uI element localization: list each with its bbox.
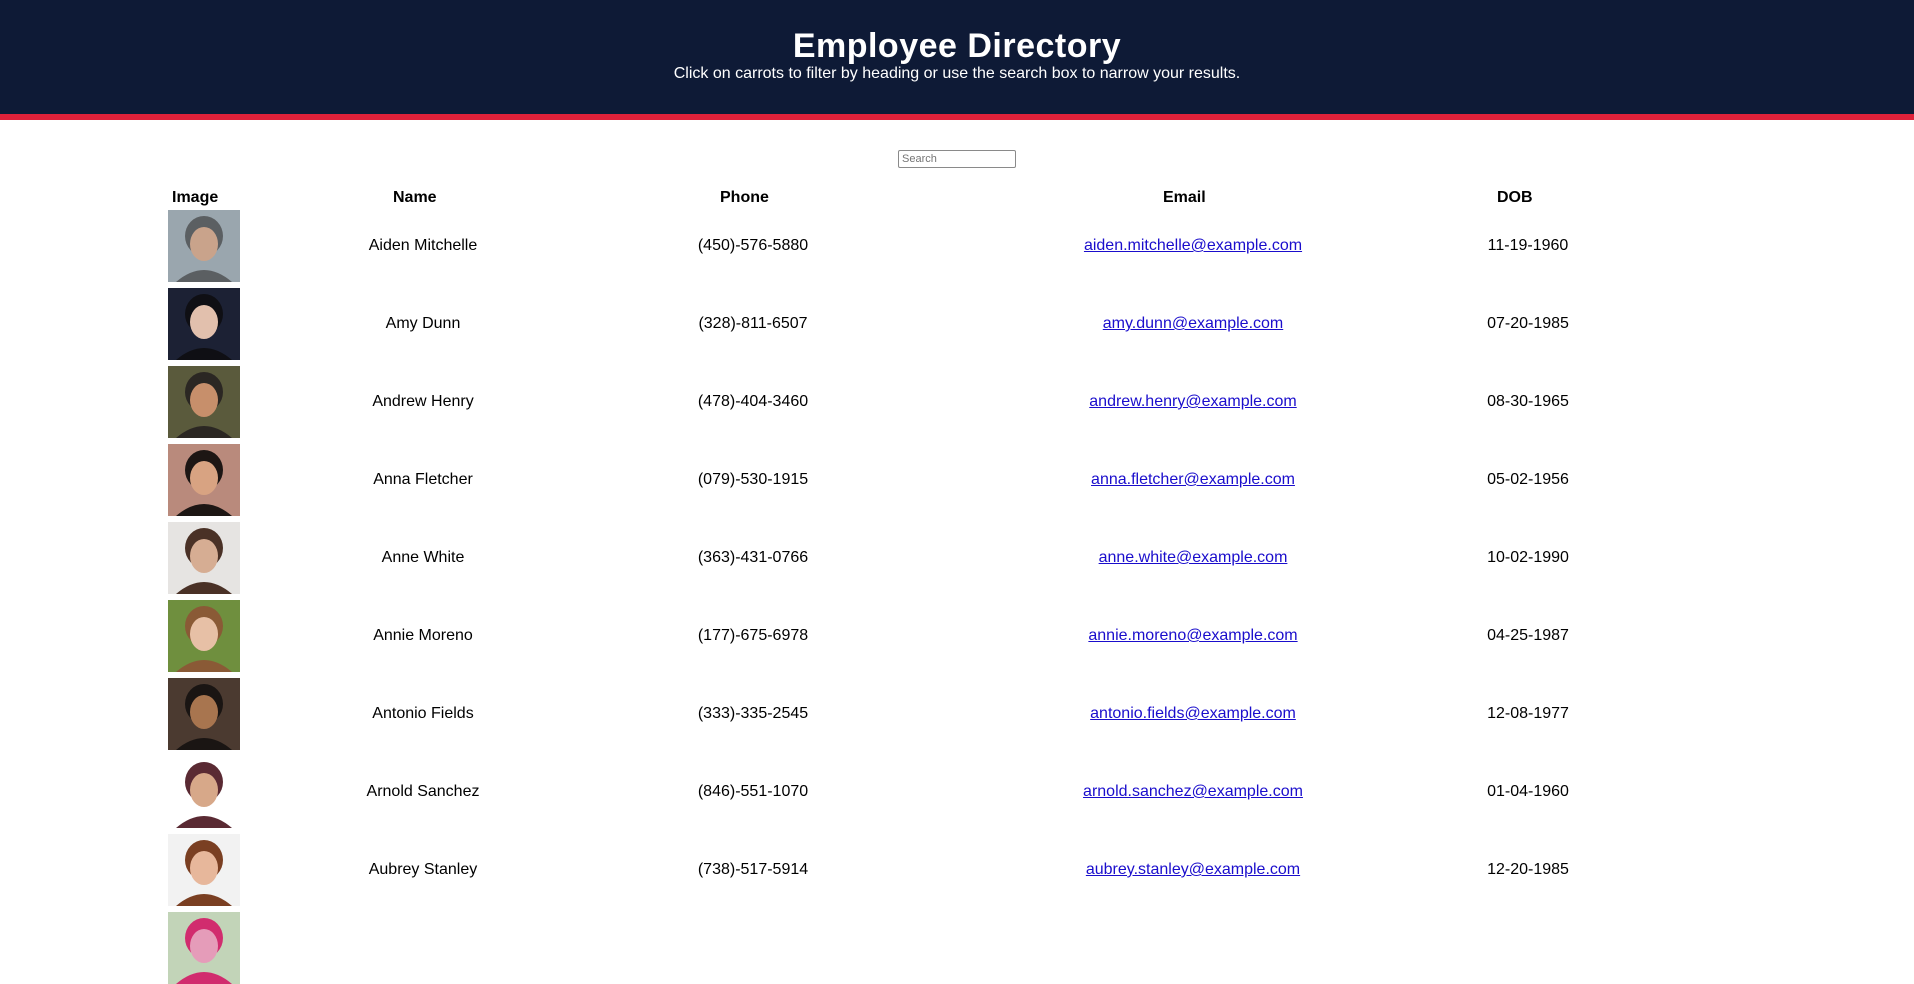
employee-name: Andrew Henry — [372, 393, 474, 410]
column-header-dob[interactable]: DOB — [1497, 188, 1533, 208]
column-header-email[interactable]: Email — [1163, 188, 1206, 208]
employee-phone: (328)-811-6507 — [698, 315, 808, 332]
table-row: Arnold Sanchez (846)-551-1070 arnold.sanch… — [168, 756, 1768, 828]
employee-dob: 01-04-1960 — [1487, 783, 1569, 800]
employee-name: Aiden Mitchelle — [368, 237, 478, 254]
email-link[interactable]: anna.fletcher@example.com — [1091, 471, 1295, 488]
employee-phone: (079)-530-1915 — [697, 471, 809, 488]
employee-phone: (363)-431-0766 — [697, 549, 809, 566]
table-row — [168, 912, 1768, 984]
table-row: Aubrey Stanley (738)-517-5914 aubrey.stanl… — [168, 834, 1768, 906]
employee-email: aiden.mitchelle@example.com — [1028, 236, 1358, 256]
employee-photo — [168, 288, 240, 360]
table-row: Anne White (363)-431-0766 anne.white@examp… — [168, 522, 1768, 594]
table-row: Antonio Fields (333)-335-2545 antonio.fiel… — [168, 678, 1768, 750]
search-container — [898, 149, 1016, 168]
employee-dob: 07-20-1985 — [1487, 315, 1569, 332]
employee-photo — [168, 756, 240, 828]
employee-phone: (738)-517-5914 — [697, 861, 809, 878]
employee-name: Anna Fletcher — [373, 471, 473, 488]
email-link[interactable]: aiden.mitchelle@example.com — [1084, 237, 1302, 254]
employee-dob: 11-19-1960 — [1487, 237, 1569, 254]
table-row: Anna Fletcher (079)-530-1915 anna.fletcher… — [168, 444, 1768, 516]
page-title: Employee Directory — [792, 27, 1122, 65]
employee-photo — [168, 444, 240, 516]
employee-email: anna.fletcher@example.com — [1028, 470, 1358, 490]
employee-photo — [168, 210, 240, 282]
employee-photo — [168, 600, 240, 672]
table-row: Annie Moreno (177)-675-6978 annie.moreno@e… — [168, 600, 1768, 672]
employee-photo — [168, 366, 240, 438]
employee-photo — [168, 678, 240, 750]
employee-dob: 04-25-1987 — [1487, 627, 1569, 644]
search-input[interactable] — [898, 150, 1016, 168]
employee-phone: (177)-675-6978 — [697, 627, 809, 644]
email-link[interactable]: amy.dunn@example.com — [1103, 315, 1283, 332]
email-link[interactable]: aubrey.stanley@example.com — [1086, 861, 1300, 878]
employee-email: andrew.henry@example.com — [1028, 392, 1358, 412]
employee-email: antonio.fields@example.com — [1028, 704, 1358, 724]
employee-email: amy.dunn@example.com — [1028, 314, 1358, 334]
employee-dob: 12-20-1985 — [1487, 861, 1569, 878]
column-header-image[interactable]: Image — [172, 188, 218, 208]
employee-photo — [168, 834, 240, 906]
employee-phone: (333)-335-2545 — [697, 705, 809, 722]
employee-phone: (450)-576-5880 — [697, 237, 809, 254]
employee-photo — [168, 912, 240, 984]
employee-dob: 12-08-1977 — [1487, 705, 1569, 722]
employee-phone: (846)-551-1070 — [697, 783, 809, 800]
email-link[interactable]: arnold.sanchez@example.com — [1083, 783, 1303, 800]
employee-email: aubrey.stanley@example.com — [1028, 860, 1358, 880]
table-row: Amy Dunn (328)-811-6507 amy.dunn@example.c… — [168, 288, 1768, 360]
employee-email: annie.moreno@example.com — [1028, 626, 1358, 646]
employee-name: Anne White — [381, 549, 465, 566]
employee-name: Antonio Fields — [372, 705, 474, 722]
page-subtitle: Click on carrots to filter by heading or… — [673, 65, 1241, 82]
employee-dob: 05-02-1956 — [1487, 471, 1569, 488]
column-header-name[interactable]: Name — [393, 188, 437, 208]
email-link[interactable]: annie.moreno@example.com — [1088, 627, 1297, 644]
employee-name: Amy Dunn — [385, 315, 461, 332]
table-row: Aiden Mitchelle (450)-576-5880 aiden.mitch… — [168, 210, 1768, 282]
table-row: Andrew Henry (478)-404-3460 andrew.henry@e… — [168, 366, 1768, 438]
employee-email: anne.white@example.com — [1028, 548, 1358, 568]
page-header: Employee Directory Click on carrots to f… — [0, 0, 1914, 120]
employee-photo — [168, 522, 240, 594]
column-header-phone[interactable]: Phone — [720, 188, 769, 208]
email-link[interactable]: anne.white@example.com — [1099, 549, 1288, 566]
employee-name: Annie Moreno — [373, 627, 473, 644]
employee-dob: 10-02-1990 — [1487, 549, 1569, 566]
employee-dob: 08-30-1965 — [1487, 393, 1569, 410]
email-link[interactable]: andrew.henry@example.com — [1089, 393, 1296, 410]
employee-email: arnold.sanchez@example.com — [1028, 782, 1358, 802]
employee-name: Arnold Sanchez — [366, 783, 480, 800]
employee-phone: (478)-404-3460 — [697, 393, 809, 410]
employee-name: Aubrey Stanley — [368, 861, 478, 878]
email-link[interactable]: antonio.fields@example.com — [1090, 705, 1296, 722]
